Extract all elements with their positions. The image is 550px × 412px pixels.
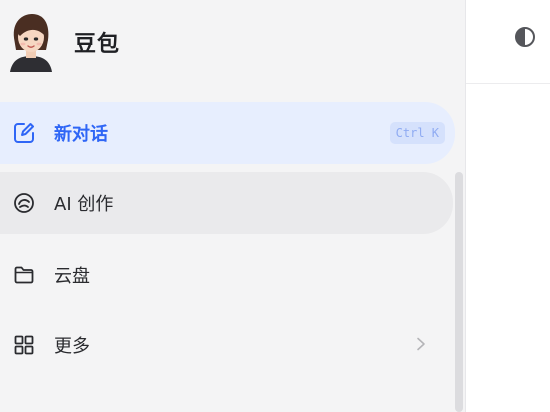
sidebar-item-label: 更多 xyxy=(54,336,90,357)
app-window: 豆包 新对话 Ctrl K AI 创作 云盘 更多 xyxy=(0,0,550,412)
main-content xyxy=(466,84,550,412)
brand[interactable]: 豆包 xyxy=(8,12,120,72)
ai-create-icon xyxy=(12,191,36,215)
sidebar-scrollbar[interactable] xyxy=(455,172,463,412)
sidebar-item-label: 云盘 xyxy=(54,266,90,287)
grid-icon xyxy=(12,333,36,357)
half-circle-icon xyxy=(515,27,535,47)
sidebar: 豆包 新对话 Ctrl K AI 创作 云盘 更多 xyxy=(0,0,466,412)
shortcut-hint: Ctrl K xyxy=(389,122,445,144)
sidebar-item-label: AI 创作 xyxy=(54,194,114,215)
chevron-right-icon xyxy=(411,334,431,354)
new-chat-icon xyxy=(12,121,36,145)
sidebar-item-more[interactable]: 更多 xyxy=(0,314,453,376)
toggle-sidebar-button[interactable] xyxy=(510,22,540,52)
sidebar-item-cloud-drive[interactable]: 云盘 xyxy=(0,244,453,306)
folder-icon xyxy=(12,263,36,287)
top-bar xyxy=(466,0,550,84)
avatar xyxy=(10,14,52,72)
sidebar-item-new-chat[interactable]: 新对话 Ctrl K xyxy=(0,102,455,164)
sidebar-item-label: 新对话 xyxy=(54,124,108,145)
app-name: 豆包 xyxy=(74,32,121,57)
sidebar-item-ai-create[interactable]: AI 创作 xyxy=(0,172,453,234)
